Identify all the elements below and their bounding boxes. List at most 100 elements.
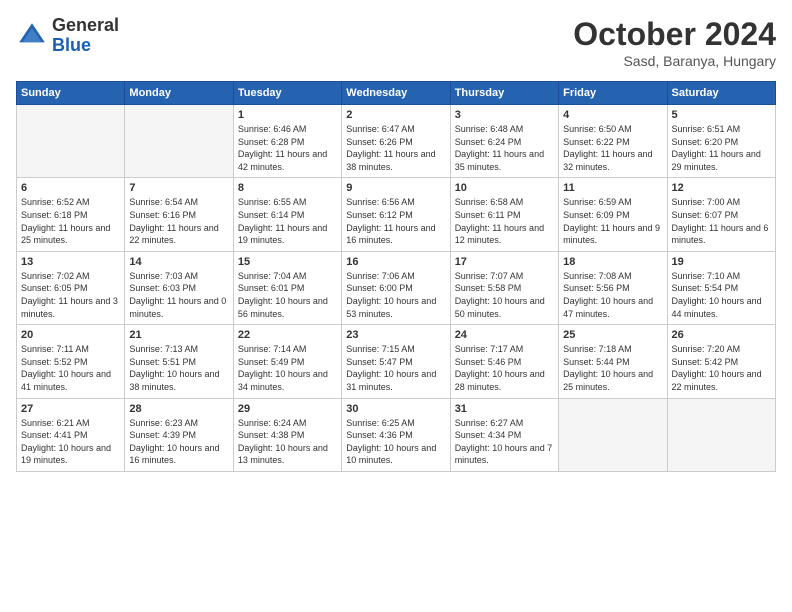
day-number: 9 (346, 182, 445, 194)
calendar-week-row: 1 Sunrise: 6:46 AM Sunset: 6:28 PM Daylig… (17, 105, 776, 178)
day-info: Sunrise: 7:13 AM Sunset: 5:51 PM Dayligh… (129, 343, 228, 393)
weekday-header: Saturday (667, 82, 775, 105)
day-info: Sunrise: 7:18 AM Sunset: 5:44 PM Dayligh… (563, 343, 662, 393)
day-number: 16 (346, 256, 445, 268)
day-number: 7 (129, 182, 228, 194)
calendar-cell: 2 Sunrise: 6:47 AM Sunset: 6:26 PM Daylig… (342, 105, 450, 178)
month-title: October 2024 (573, 16, 776, 53)
day-info: Sunrise: 6:56 AM Sunset: 6:12 PM Dayligh… (346, 196, 445, 246)
calendar-cell: 31Sunrise: 6:27 AM Sunset: 4:34 PM Dayli… (450, 398, 558, 471)
calendar-cell: 20Sunrise: 7:11 AM Sunset: 5:52 PM Dayli… (17, 325, 125, 398)
day-info: Sunrise: 6:23 AM Sunset: 4:39 PM Dayligh… (129, 417, 228, 467)
day-info: Sunrise: 6:21 AM Sunset: 4:41 PM Dayligh… (21, 417, 120, 467)
day-number: 19 (672, 256, 771, 268)
logo-icon (16, 20, 48, 52)
calendar-cell: 9 Sunrise: 6:56 AM Sunset: 6:12 PM Daylig… (342, 178, 450, 251)
calendar-week-row: 13Sunrise: 7:02 AM Sunset: 6:05 PM Dayli… (17, 251, 776, 324)
calendar-cell: 29 Sunrise: 6:24 AM Sunset: 4:38 PM Dayli… (233, 398, 341, 471)
calendar-cell: 23Sunrise: 7:15 AM Sunset: 5:47 PM Dayli… (342, 325, 450, 398)
day-info: Sunrise: 7:08 AM Sunset: 5:56 PM Dayligh… (563, 270, 662, 320)
calendar-cell: 17 Sunrise: 7:07 AM Sunset: 5:58 PM Dayli… (450, 251, 558, 324)
day-number: 21 (129, 329, 228, 341)
day-number: 23 (346, 329, 445, 341)
calendar-week-row: 20Sunrise: 7:11 AM Sunset: 5:52 PM Dayli… (17, 325, 776, 398)
day-number: 24 (455, 329, 554, 341)
day-number: 4 (563, 109, 662, 121)
day-number: 2 (346, 109, 445, 121)
day-number: 29 (238, 403, 337, 415)
calendar-cell: 4Sunrise: 6:50 AM Sunset: 6:22 PM Daylig… (559, 105, 667, 178)
day-number: 11 (563, 182, 662, 194)
day-number: 1 (238, 109, 337, 121)
day-number: 15 (238, 256, 337, 268)
calendar-cell: 11 Sunrise: 6:59 AM Sunset: 6:09 PM Dayli… (559, 178, 667, 251)
calendar-cell: 5 Sunrise: 6:51 AM Sunset: 6:20 PM Daylig… (667, 105, 775, 178)
day-number: 25 (563, 329, 662, 341)
calendar-week-row: 27 Sunrise: 6:21 AM Sunset: 4:41 PM Dayli… (17, 398, 776, 471)
day-info: Sunrise: 6:59 AM Sunset: 6:09 PM Dayligh… (563, 196, 662, 246)
day-number: 27 (21, 403, 120, 415)
day-info: Sunrise: 7:17 AM Sunset: 5:46 PM Dayligh… (455, 343, 554, 393)
calendar-cell (559, 398, 667, 471)
day-info: Sunrise: 7:06 AM Sunset: 6:00 PM Dayligh… (346, 270, 445, 320)
day-info: Sunrise: 6:47 AM Sunset: 6:26 PM Dayligh… (346, 123, 445, 173)
day-number: 20 (21, 329, 120, 341)
day-number: 22 (238, 329, 337, 341)
day-info: Sunrise: 6:24 AM Sunset: 4:38 PM Dayligh… (238, 417, 337, 467)
day-info: Sunrise: 7:10 AM Sunset: 5:54 PM Dayligh… (672, 270, 771, 320)
calendar-cell: 30 Sunrise: 6:25 AM Sunset: 4:36 PM Dayli… (342, 398, 450, 471)
day-info: Sunrise: 7:03 AM Sunset: 6:03 PM Dayligh… (129, 270, 228, 320)
calendar-cell: 26 Sunrise: 7:20 AM Sunset: 5:42 PM Dayli… (667, 325, 775, 398)
day-info: Sunrise: 6:52 AM Sunset: 6:18 PM Dayligh… (21, 196, 120, 246)
weekday-header: Thursday (450, 82, 558, 105)
logo-blue: Blue (52, 35, 91, 55)
calendar-cell: 6 Sunrise: 6:52 AM Sunset: 6:18 PM Daylig… (17, 178, 125, 251)
location-subtitle: Sasd, Baranya, Hungary (573, 53, 776, 69)
day-number: 18 (563, 256, 662, 268)
calendar-table: SundayMondayTuesdayWednesdayThursdayFrid… (16, 81, 776, 472)
day-info: Sunrise: 7:14 AM Sunset: 5:49 PM Dayligh… (238, 343, 337, 393)
calendar-cell: 18 Sunrise: 7:08 AM Sunset: 5:56 PM Dayli… (559, 251, 667, 324)
calendar-cell (125, 105, 233, 178)
day-number: 5 (672, 109, 771, 121)
weekday-header: Wednesday (342, 82, 450, 105)
day-number: 28 (129, 403, 228, 415)
calendar-cell: 19 Sunrise: 7:10 AM Sunset: 5:54 PM Dayli… (667, 251, 775, 324)
day-number: 17 (455, 256, 554, 268)
calendar-cell: 15 Sunrise: 7:04 AM Sunset: 6:01 PM Dayli… (233, 251, 341, 324)
calendar-cell (667, 398, 775, 471)
day-number: 3 (455, 109, 554, 121)
day-number: 14 (129, 256, 228, 268)
day-number: 8 (238, 182, 337, 194)
day-info: Sunrise: 6:55 AM Sunset: 6:14 PM Dayligh… (238, 196, 337, 246)
day-info: Sunrise: 7:07 AM Sunset: 5:58 PM Dayligh… (455, 270, 554, 320)
day-info: Sunrise: 7:00 AM Sunset: 6:07 PM Dayligh… (672, 196, 771, 246)
day-number: 10 (455, 182, 554, 194)
calendar-cell: 1 Sunrise: 6:46 AM Sunset: 6:28 PM Daylig… (233, 105, 341, 178)
calendar-cell: 14 Sunrise: 7:03 AM Sunset: 6:03 PM Dayli… (125, 251, 233, 324)
title-block: October 2024 Sasd, Baranya, Hungary (573, 16, 776, 69)
day-info: Sunrise: 7:04 AM Sunset: 6:01 PM Dayligh… (238, 270, 337, 320)
calendar-cell (17, 105, 125, 178)
day-number: 30 (346, 403, 445, 415)
calendar-cell: 7 Sunrise: 6:54 AM Sunset: 6:16 PM Daylig… (125, 178, 233, 251)
day-number: 12 (672, 182, 771, 194)
day-info: Sunrise: 6:51 AM Sunset: 6:20 PM Dayligh… (672, 123, 771, 173)
calendar-cell: 22 Sunrise: 7:14 AM Sunset: 5:49 PM Dayli… (233, 325, 341, 398)
day-info: Sunrise: 6:46 AM Sunset: 6:28 PM Dayligh… (238, 123, 337, 173)
weekday-header: Sunday (17, 82, 125, 105)
day-number: 26 (672, 329, 771, 341)
calendar-cell: 24 Sunrise: 7:17 AM Sunset: 5:46 PM Dayli… (450, 325, 558, 398)
logo-general: General (52, 15, 119, 35)
day-info: Sunrise: 6:25 AM Sunset: 4:36 PM Dayligh… (346, 417, 445, 467)
day-number: 13 (21, 256, 120, 268)
weekday-header-row: SundayMondayTuesdayWednesdayThursdayFrid… (17, 82, 776, 105)
day-info: Sunrise: 7:20 AM Sunset: 5:42 PM Dayligh… (672, 343, 771, 393)
calendar-cell: 13Sunrise: 7:02 AM Sunset: 6:05 PM Dayli… (17, 251, 125, 324)
day-info: Sunrise: 6:58 AM Sunset: 6:11 PM Dayligh… (455, 196, 554, 246)
day-number: 6 (21, 182, 120, 194)
day-info: Sunrise: 6:27 AM Sunset: 4:34 PM Dayligh… (455, 417, 554, 467)
weekday-header: Friday (559, 82, 667, 105)
weekday-header: Monday (125, 82, 233, 105)
day-info: Sunrise: 6:54 AM Sunset: 6:16 PM Dayligh… (129, 196, 228, 246)
